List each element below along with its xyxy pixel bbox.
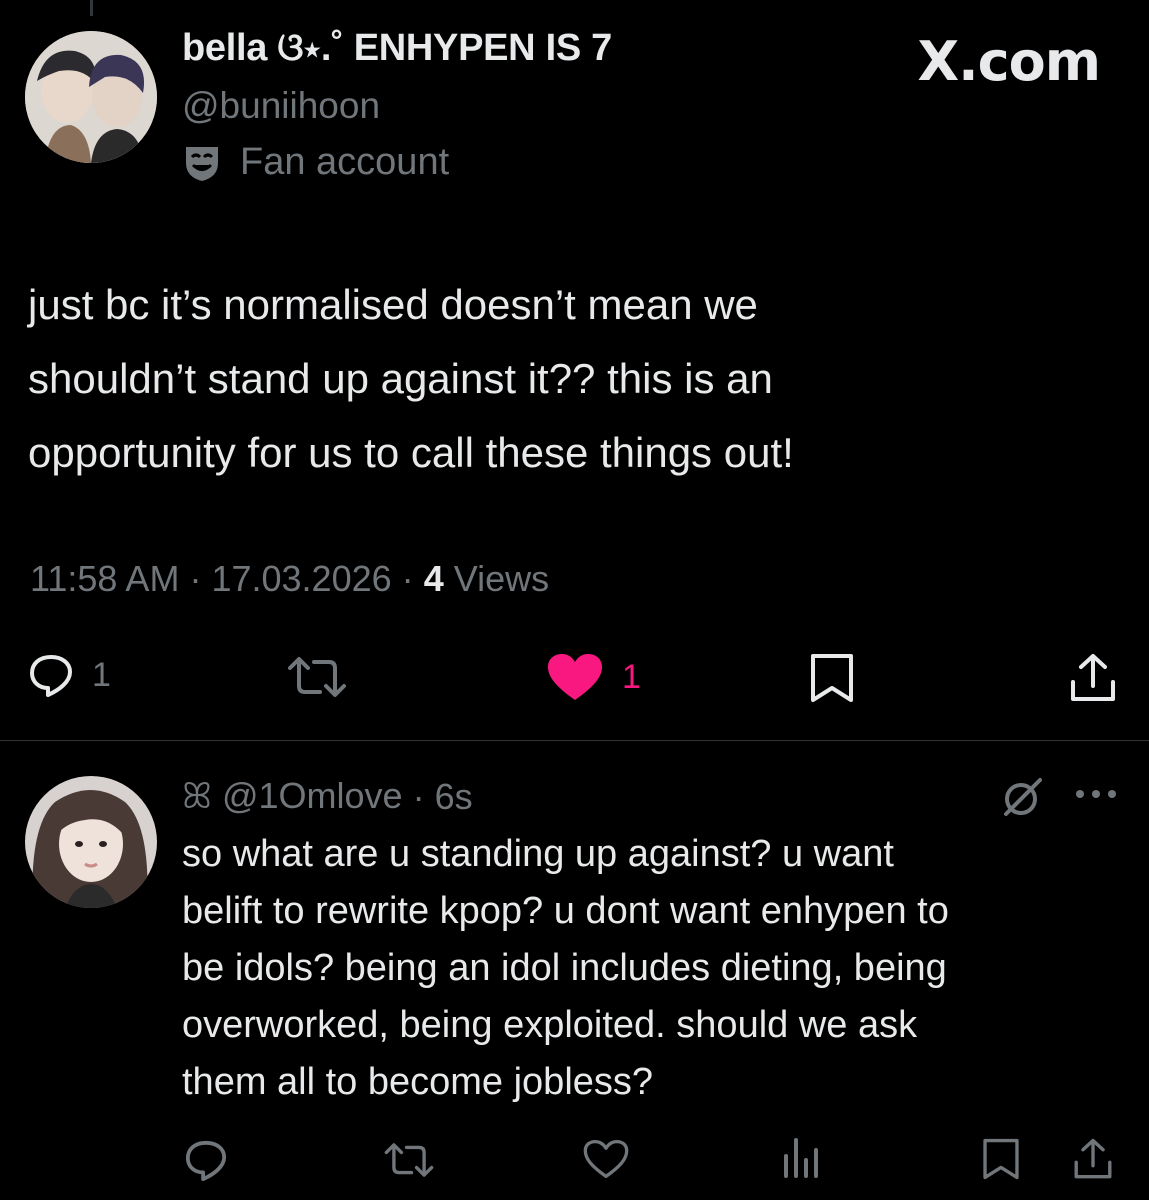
- analytics-icon: [784, 1138, 818, 1178]
- retweet-icon: [288, 657, 346, 697]
- meta-separator: ·: [412, 775, 425, 817]
- tweet-text-line: opportunity for us to call these things …: [28, 429, 794, 476]
- author-avatar[interactable]: [25, 31, 157, 163]
- more-options-icon[interactable]: [1074, 784, 1118, 804]
- author-display-name[interactable]: bella ଓ⋆.˚ ENHYPEN IS 7: [182, 27, 612, 70]
- reply-time[interactable]: 6s: [435, 776, 473, 818]
- reply-text-line: overworked, being exploited. should we a…: [182, 1004, 918, 1046]
- share-icon: [1071, 654, 1115, 701]
- tweet-date[interactable]: 17.03.2026: [211, 558, 391, 599]
- reply-button[interactable]: 1: [28, 652, 111, 698]
- reply-retweet-button[interactable]: [383, 1140, 435, 1180]
- retweet-icon: [384, 1143, 434, 1177]
- x-logo: X.com: [917, 30, 1101, 93]
- reply-text: so what are u standing up against? u wan…: [182, 826, 1122, 1111]
- retweet-button[interactable]: [286, 654, 348, 700]
- share-icon: [1074, 1138, 1112, 1179]
- reply-bookmark-button[interactable]: [980, 1136, 1022, 1182]
- heart-filled-icon: [548, 654, 602, 700]
- mask-icon: [186, 146, 218, 181]
- reply-text-line: them all to become jobless?: [182, 1061, 654, 1103]
- bookmark-icon: [811, 654, 853, 702]
- reply-header: ꕤ @1Omlove · 6s: [182, 775, 473, 818]
- reply-text-line: be idols? being an idol includes dieting…: [182, 947, 947, 989]
- views-count: 4: [423, 558, 444, 599]
- bookmark-icon: [983, 1138, 1019, 1180]
- reply-text-line: belift to rewrite kpop? u dont want enhy…: [182, 890, 949, 932]
- views-label: Views: [453, 558, 550, 599]
- reply-share-button[interactable]: [1072, 1136, 1114, 1182]
- account-label: Fan account: [182, 141, 449, 184]
- reply-reply-button[interactable]: [184, 1138, 228, 1182]
- reply-count: 1: [92, 655, 111, 694]
- reply-like-button[interactable]: [582, 1138, 630, 1180]
- meta-separator: ·: [189, 558, 202, 599]
- tweet-time[interactable]: 11:58 AM: [30, 558, 179, 599]
- reply-author-avatar[interactable]: [25, 776, 157, 908]
- tweet-text-line: shouldn’t stand up against it?? this is …: [28, 355, 773, 402]
- tweet-text: just bc it’s normalised doesn’t mean we …: [28, 268, 1108, 490]
- tweet-text-line: just bc it’s normalised doesn’t mean we: [28, 281, 758, 328]
- account-label-text: Fan account: [240, 141, 450, 183]
- heart-outline-icon: [583, 1139, 629, 1179]
- reply-author-handle[interactable]: ꕤ @1Omlove: [182, 775, 403, 818]
- share-button[interactable]: [1068, 652, 1118, 704]
- bookmark-button[interactable]: [807, 652, 857, 704]
- thread-connector-line: [90, 0, 93, 16]
- meta-separator: ·: [401, 558, 414, 599]
- author-handle[interactable]: @buniihoon: [182, 85, 380, 127]
- grok-icon[interactable]: [1000, 776, 1044, 820]
- like-button[interactable]: 1: [546, 652, 641, 702]
- reply-text-line: so what are u standing up against? u wan…: [182, 833, 894, 875]
- divider: [0, 740, 1149, 741]
- like-count: 1: [622, 657, 641, 696]
- reply-icon: [30, 655, 72, 697]
- reply-views-button[interactable]: [782, 1136, 822, 1180]
- tweet-metadata: 11:58 AM · 17.03.2026 · 4 Views: [30, 558, 549, 600]
- reply-icon: [185, 1140, 227, 1182]
